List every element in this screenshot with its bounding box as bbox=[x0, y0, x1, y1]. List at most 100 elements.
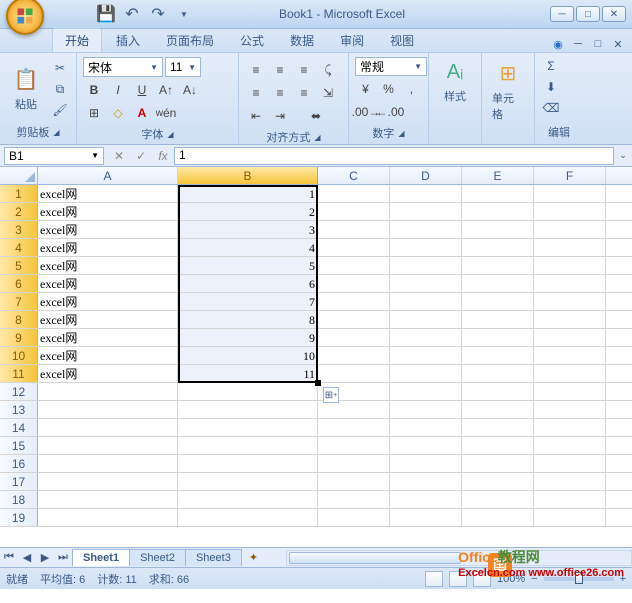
cell[interactable] bbox=[318, 437, 390, 454]
cell[interactable] bbox=[38, 419, 178, 436]
cell[interactable]: excel网 bbox=[38, 329, 178, 346]
cell[interactable] bbox=[318, 365, 390, 382]
cell[interactable]: excel网 bbox=[38, 203, 178, 220]
cell[interactable] bbox=[390, 203, 462, 220]
cell[interactable] bbox=[462, 275, 534, 292]
number-format-combo[interactable]: 常规▼ bbox=[355, 57, 427, 76]
cell[interactable] bbox=[462, 365, 534, 382]
row-header[interactable]: 9 bbox=[0, 329, 38, 346]
cell[interactable] bbox=[318, 401, 390, 418]
row-header[interactable]: 11 bbox=[0, 365, 38, 382]
cell[interactable] bbox=[462, 293, 534, 310]
sheet-nav-last[interactable]: ⏭ bbox=[54, 551, 72, 564]
cell[interactable] bbox=[318, 311, 390, 328]
fill-button[interactable]: ⬇ bbox=[541, 78, 561, 96]
cell[interactable] bbox=[462, 437, 534, 454]
fx-button[interactable]: fx bbox=[152, 147, 174, 165]
row-header[interactable]: 12 bbox=[0, 383, 38, 400]
cell[interactable] bbox=[462, 491, 534, 508]
cell[interactable] bbox=[38, 383, 178, 400]
cell[interactable]: 8 bbox=[178, 311, 318, 328]
row-header[interactable]: 1 bbox=[0, 185, 38, 202]
cell[interactable] bbox=[462, 401, 534, 418]
cell[interactable]: excel网 bbox=[38, 293, 178, 310]
styles-button[interactable]: Aᵢ 样式 bbox=[435, 57, 475, 108]
cell[interactable] bbox=[462, 473, 534, 490]
column-header-A[interactable]: A bbox=[38, 167, 178, 184]
border-button[interactable]: ⊞ bbox=[83, 103, 105, 123]
cell[interactable] bbox=[318, 455, 390, 472]
cell[interactable] bbox=[534, 401, 606, 418]
clipboard-dialog-launcher[interactable]: ◢ bbox=[53, 128, 59, 137]
cell[interactable] bbox=[534, 239, 606, 256]
enter-formula-button[interactable]: ✓ bbox=[130, 147, 152, 165]
cell[interactable]: 9 bbox=[178, 329, 318, 346]
cell[interactable] bbox=[38, 491, 178, 508]
tab-insert[interactable]: 插入 bbox=[104, 29, 152, 52]
cell[interactable] bbox=[390, 365, 462, 382]
cell[interactable] bbox=[178, 509, 318, 526]
cell[interactable]: 4 bbox=[178, 239, 318, 256]
row-header[interactable]: 10 bbox=[0, 347, 38, 364]
cell[interactable] bbox=[318, 257, 390, 274]
cell[interactable] bbox=[38, 401, 178, 418]
cell[interactable] bbox=[178, 491, 318, 508]
cell[interactable] bbox=[390, 257, 462, 274]
cell[interactable] bbox=[390, 329, 462, 346]
row-header[interactable]: 6 bbox=[0, 275, 38, 292]
cell[interactable] bbox=[390, 437, 462, 454]
column-header-F[interactable]: F bbox=[534, 167, 606, 184]
cell[interactable] bbox=[390, 401, 462, 418]
merge-button[interactable]: ⬌ bbox=[293, 106, 339, 126]
cell[interactable] bbox=[318, 203, 390, 220]
sheet-tab-2[interactable]: Sheet2 bbox=[129, 549, 186, 566]
row-header[interactable]: 8 bbox=[0, 311, 38, 328]
sheet-nav-next[interactable]: ▶ bbox=[36, 551, 54, 564]
cell[interactable] bbox=[390, 473, 462, 490]
cell[interactable] bbox=[534, 347, 606, 364]
wrap-text-button[interactable]: ⇲ bbox=[317, 83, 339, 103]
cell[interactable] bbox=[534, 275, 606, 292]
fill-handle[interactable] bbox=[315, 380, 321, 386]
cell[interactable]: excel网 bbox=[38, 365, 178, 382]
decrease-decimal-button[interactable]: ←.00 bbox=[379, 102, 401, 122]
cell[interactable] bbox=[390, 275, 462, 292]
cell[interactable] bbox=[318, 239, 390, 256]
font-size-combo[interactable]: 11▼ bbox=[165, 57, 201, 77]
cell[interactable]: 10 bbox=[178, 347, 318, 364]
underline-button[interactable]: U bbox=[131, 80, 153, 100]
decrease-indent-button[interactable]: ⇤ bbox=[245, 106, 267, 126]
row-header[interactable]: 7 bbox=[0, 293, 38, 310]
close-button[interactable]: ✕ bbox=[602, 6, 626, 22]
grow-font-button[interactable]: A↑ bbox=[155, 80, 177, 100]
cell[interactable] bbox=[318, 221, 390, 238]
cell[interactable] bbox=[178, 383, 318, 400]
italic-button[interactable]: I bbox=[107, 80, 129, 100]
cell[interactable] bbox=[178, 473, 318, 490]
cell[interactable] bbox=[462, 509, 534, 526]
tab-page-layout[interactable]: 页面布局 bbox=[154, 29, 226, 52]
cell[interactable] bbox=[390, 383, 462, 400]
cell[interactable] bbox=[38, 509, 178, 526]
comma-button[interactable]: , bbox=[401, 79, 422, 99]
cell[interactable] bbox=[318, 473, 390, 490]
cell[interactable] bbox=[462, 311, 534, 328]
tab-data[interactable]: 数据 bbox=[278, 29, 326, 52]
cell[interactable] bbox=[462, 203, 534, 220]
cell[interactable] bbox=[534, 419, 606, 436]
cell[interactable]: excel网 bbox=[38, 275, 178, 292]
cell[interactable]: excel网 bbox=[38, 347, 178, 364]
view-normal-button[interactable] bbox=[425, 571, 443, 587]
cell[interactable] bbox=[178, 455, 318, 472]
font-dialog-launcher[interactable]: ◢ bbox=[167, 130, 173, 139]
cell[interactable] bbox=[534, 383, 606, 400]
cell[interactable] bbox=[390, 239, 462, 256]
cell[interactable] bbox=[178, 401, 318, 418]
cell[interactable] bbox=[318, 419, 390, 436]
expand-formula-bar[interactable]: ⌄ bbox=[614, 150, 632, 161]
cell[interactable] bbox=[534, 473, 606, 490]
cancel-formula-button[interactable]: ✕ bbox=[108, 147, 130, 165]
column-header-E[interactable]: E bbox=[462, 167, 534, 184]
new-sheet-button[interactable]: ✦ bbox=[241, 549, 266, 566]
row-header[interactable]: 3 bbox=[0, 221, 38, 238]
